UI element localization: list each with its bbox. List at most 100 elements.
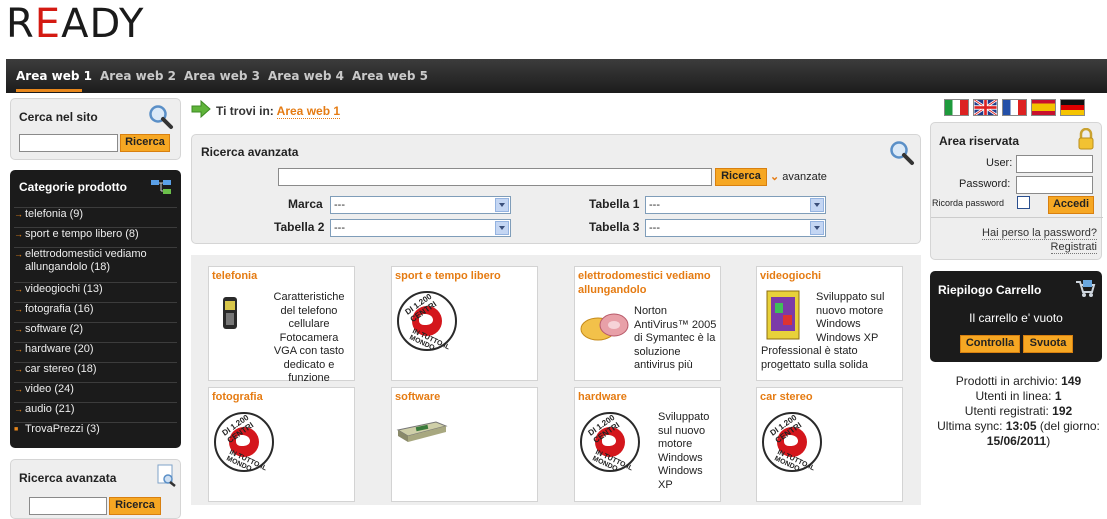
site-search-box: Cerca nel sito Ricerca (10, 98, 181, 160)
tabella-1-select[interactable]: --- (645, 196, 826, 214)
site-search-button[interactable]: Ricerca (120, 134, 170, 152)
remember-password-label: Ricorda password (932, 198, 1005, 208)
spain-flag-icon[interactable] (1031, 99, 1056, 116)
category-trovaprezzi[interactable]: TrovaPrezzi (3) (14, 422, 177, 436)
tabella-2-label: Tabella 2 (274, 220, 325, 234)
nav-tab-area-web-5[interactable]: Area web 5 (352, 59, 428, 93)
advanced-search-panel: Ricerca avanzata Ricerca ⌄ avanzate Marc… (191, 134, 921, 244)
centri-stamp-icon: DI 1.200 CENTRI IN TUTTO IL MONDO (762, 412, 822, 473)
germany-flag-icon[interactable] (1060, 99, 1085, 116)
dropdown-arrow-icon (810, 198, 824, 212)
product-title[interactable]: car stereo (760, 390, 813, 404)
login-divider (931, 217, 1103, 218)
nav-tab-area-web-2[interactable]: Area web 2 (100, 59, 176, 93)
cart-empty-button[interactable]: Svuota (1023, 335, 1073, 353)
document-search-icon (157, 464, 176, 487)
cart-check-button[interactable]: Controlla (960, 335, 1020, 353)
password-input[interactable] (1016, 176, 1093, 194)
register-link[interactable]: Registrati (1050, 241, 1097, 254)
france-flag-icon[interactable] (1002, 99, 1027, 116)
product-title[interactable]: fotografia (212, 390, 263, 404)
centri-stamp-icon: DI 1.200 CENTRI IN TUTTO IL MONDO (580, 412, 640, 473)
nav-tab-area-web-3[interactable]: Area web 3 (184, 59, 260, 93)
site-search-input[interactable] (19, 134, 118, 152)
product-title[interactable]: software (395, 390, 440, 404)
product-title[interactable]: telefonia (212, 269, 257, 283)
green-arrow-icon (191, 100, 211, 118)
chevron-down-icon: ⌄ (770, 171, 780, 183)
cart-title: Riepilogo Carrello (938, 283, 1042, 297)
antivirus-box-icon (580, 313, 629, 341)
category-elettrodomestici[interactable]: elettrodomestici vediamo allungandolo (1… (14, 247, 177, 274)
login-box: Area riservata User: Password: Ricorda p… (930, 122, 1103, 260)
stat-products: Prodotti in archivio: 149 (955, 374, 1082, 388)
advanced-options-link[interactable]: ⌄ avanzate (770, 170, 827, 183)
product-card-telefonia[interactable]: telefonia Caratteristiche del telefono c… (208, 266, 355, 398)
padlock-icon (1078, 128, 1094, 150)
product-title[interactable]: videogiochi (760, 269, 821, 283)
product-title[interactable]: hardware (578, 390, 627, 404)
category-videogiochi[interactable]: videogiochi (13) (14, 282, 177, 296)
categories-title: Categorie prodotto (19, 180, 127, 194)
category-sport[interactable]: sport e tempo libero (8) (14, 227, 177, 241)
side-advanced-search-box: Ricerca avanzata Ricerca (10, 459, 181, 519)
tabella-2-select[interactable]: --- (330, 219, 511, 237)
product-description: Norton AntiVirus™ 2005 di Symantec è la … (634, 305, 717, 371)
cart-empty-text: Il carrello e' vuoto (969, 311, 1063, 325)
product-card-software[interactable]: software (391, 387, 538, 502)
user-input[interactable] (1016, 155, 1093, 173)
centri-stamp-icon: DI 1.200 CENTRI IN TUTTO IL MONDO (214, 412, 274, 473)
site-logo[interactable]: READY (6, 4, 145, 44)
italy-flag-icon[interactable] (944, 99, 969, 116)
password-label: Password: (959, 178, 1011, 190)
breadcrumb-link[interactable]: Area web 1 (276, 104, 341, 119)
side-advanced-search-button[interactable]: Ricerca (109, 497, 161, 515)
dropdown-arrow-icon (495, 221, 509, 235)
tabella-3-select[interactable]: --- (645, 219, 826, 237)
category-fotografia[interactable]: fotografia (16) (14, 302, 177, 316)
product-card-sport[interactable]: sport e tempo libero DI 1.200 CENTRI IN T… (391, 266, 538, 381)
breadcrumb-label: Ti trovi in: (216, 104, 274, 118)
nav-tab-area-web-1[interactable]: Area web 1 (16, 59, 92, 93)
magnifier-icon (149, 105, 173, 129)
product-description: Caratteristiche del telefono cellulare F… (273, 291, 345, 398)
advanced-search-input[interactable] (278, 168, 712, 186)
stat-registered-users: Utenti registrati: 192 (964, 404, 1073, 418)
tree-icon (151, 180, 171, 194)
product-card-car-stereo[interactable]: car stereo DI 1.200 CENTRI IN TUTTO IL MO… (756, 387, 903, 502)
tabella-1-label: Tabella 1 (589, 197, 640, 211)
uk-flag-icon[interactable] (973, 99, 998, 116)
category-car-stereo[interactable]: car stereo (18) (14, 362, 177, 376)
stat-last-sync: Ultima sync: 13:05 (del giorno: (937, 419, 1100, 433)
site-search-title: Cerca nel sito (19, 110, 98, 124)
login-button[interactable]: Accedi (1048, 196, 1094, 214)
nav-tab-area-web-4[interactable]: Area web 4 (268, 59, 344, 93)
stat-sync-date: 15/06/2011) (986, 434, 1051, 448)
phone-product-icon (223, 297, 237, 329)
side-advanced-search-input[interactable] (29, 497, 107, 515)
product-title[interactable]: elettrodomestici vediamo allungandolo (578, 269, 718, 297)
active-tab-underline (16, 89, 82, 92)
category-software[interactable]: software (2) (14, 322, 177, 336)
category-video[interactable]: video (24) (14, 382, 177, 396)
marca-select[interactable]: --- (330, 196, 511, 214)
tabella-3-label: Tabella 3 (589, 220, 640, 234)
software-box-icon (396, 421, 448, 442)
category-hardware[interactable]: hardware (20) (14, 342, 177, 356)
logo-letter-r: R (6, 1, 35, 47)
logo-letter-e: E (34, 1, 62, 47)
dropdown-arrow-icon (810, 221, 824, 235)
product-title[interactable]: sport e tempo libero (395, 269, 501, 283)
product-card-fotografia[interactable]: fotografia DI 1.200 CENTRI IN TUTTO IL MO… (208, 387, 355, 502)
remember-password-checkbox[interactable] (1017, 196, 1030, 209)
advanced-search-button[interactable]: Ricerca (715, 168, 767, 186)
category-audio[interactable]: audio (21) (14, 402, 177, 416)
product-card-videogiochi[interactable]: videogiochi Sviluppato sul nuovo motore … (756, 266, 903, 381)
login-title: Area riservata (939, 134, 1020, 148)
cart-box: Riepilogo Carrello Il carrello e' vuoto … (930, 271, 1102, 362)
forgot-password-link[interactable]: Hai perso la password? (982, 227, 1097, 240)
category-telefonia[interactable]: telefonia (9) (14, 207, 177, 221)
product-description: Sviluppato sul nuovo motore Windows Wind… (761, 291, 885, 371)
product-card-elettrodomestici[interactable]: elettrodomestici vediamo allungandolo No… (574, 266, 721, 381)
product-card-hardware[interactable]: hardware DI 1.200 CENTRI IN TUTTO IL MOND… (574, 387, 721, 502)
